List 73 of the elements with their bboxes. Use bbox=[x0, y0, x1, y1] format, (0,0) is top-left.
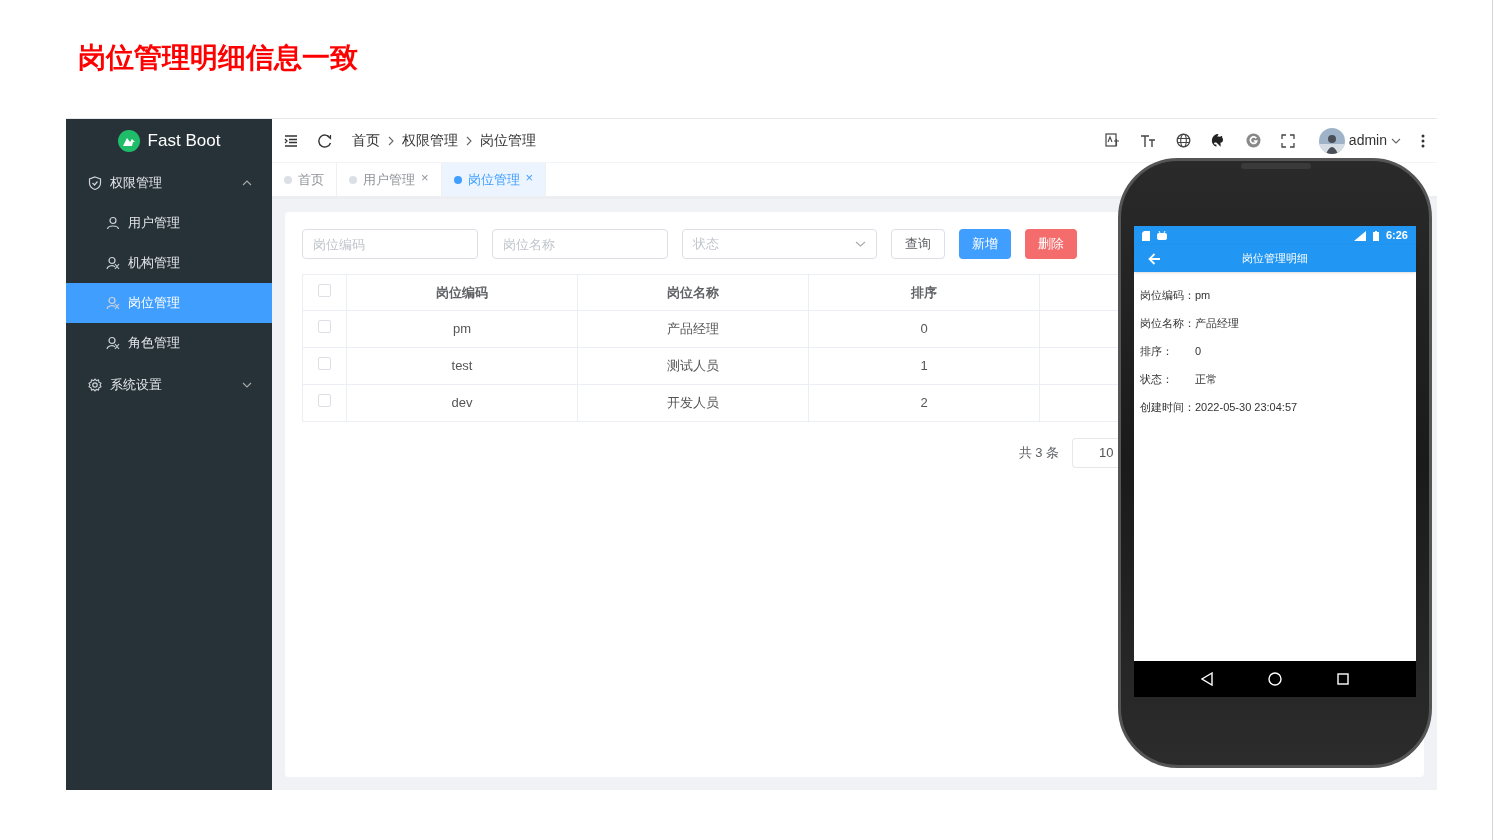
people-icon bbox=[106, 336, 120, 350]
table-cell: test bbox=[451, 358, 473, 374]
checkbox[interactable] bbox=[318, 357, 331, 371]
field-label: 排序： bbox=[1140, 343, 1174, 359]
checkbox[interactable] bbox=[318, 283, 331, 297]
table-cell: 测试人员 bbox=[667, 358, 719, 374]
column-header: 排序 bbox=[911, 284, 937, 300]
chevron-icon bbox=[242, 180, 252, 186]
table-cell: dev bbox=[451, 395, 473, 411]
chevron-right-icon bbox=[388, 135, 394, 146]
android-icon bbox=[1157, 231, 1167, 240]
globe-icon[interactable] bbox=[1175, 133, 1191, 148]
table-cell: 2 bbox=[920, 395, 928, 411]
chevron-right-icon bbox=[466, 135, 472, 146]
checkbox[interactable] bbox=[318, 320, 331, 334]
table-cell: pm bbox=[452, 321, 472, 337]
people-icon bbox=[106, 296, 120, 310]
breadcrumb-link[interactable]: 首页 bbox=[352, 130, 380, 151]
fullscreen-icon[interactable] bbox=[1280, 133, 1295, 148]
shield-icon bbox=[88, 176, 102, 190]
back-arrow-icon[interactable] bbox=[1148, 252, 1161, 265]
breadcrumb-link[interactable]: 权限管理 bbox=[402, 130, 458, 151]
refresh-icon[interactable] bbox=[318, 133, 332, 148]
field-value: pm bbox=[1195, 287, 1211, 303]
field-value: 产品经理 bbox=[1195, 315, 1239, 331]
field-label: 岗位名称： bbox=[1140, 315, 1195, 331]
caret-icon bbox=[855, 241, 866, 247]
button[interactable]: 查询 bbox=[891, 229, 945, 259]
font-size-icon[interactable] bbox=[1139, 133, 1156, 148]
column-header: 岗位名称 bbox=[667, 284, 719, 300]
checkbox[interactable] bbox=[318, 394, 331, 408]
back-triangle-icon[interactable] bbox=[1201, 672, 1214, 686]
field-value: 2022-05-30 23:04:57 bbox=[1195, 399, 1298, 415]
g-circle-icon[interactable] bbox=[1245, 133, 1261, 148]
slide-title: 岗位管理明细信息一致 bbox=[78, 41, 358, 75]
sidebar-item[interactable]: 用户管理 bbox=[66, 203, 272, 243]
sidebar-item[interactable]: 角色管理 bbox=[66, 323, 272, 363]
logo-icon bbox=[117, 130, 140, 152]
app-logo-text: Fast Boot bbox=[147, 130, 221, 153]
battery-icon bbox=[1372, 230, 1379, 241]
people-icon bbox=[106, 256, 120, 270]
caret-icon[interactable] bbox=[1391, 137, 1401, 144]
person-icon bbox=[106, 216, 120, 230]
chevron-icon bbox=[242, 382, 252, 388]
table-cell: 产品经理 bbox=[667, 321, 719, 337]
field-label: 创建时间： bbox=[1140, 399, 1195, 415]
input-field[interactable]: 岗位编码 bbox=[302, 229, 478, 259]
status-time: 6:26 bbox=[1385, 228, 1408, 244]
home-circle-icon[interactable] bbox=[1268, 672, 1282, 686]
avatar-icon[interactable] bbox=[1318, 127, 1345, 154]
input-field[interactable]: 岗位名称 bbox=[492, 229, 668, 259]
app-bar-title: 岗位管理明细 bbox=[1242, 251, 1308, 267]
sidebar-item[interactable]: 机构管理 bbox=[66, 243, 272, 283]
image-text-icon[interactable] bbox=[1104, 133, 1120, 148]
field-label: 状态： bbox=[1140, 371, 1174, 387]
field-value: 正常 bbox=[1195, 371, 1217, 387]
table-cell: 0 bbox=[920, 321, 928, 337]
user-name[interactable]: admin bbox=[1348, 130, 1387, 151]
menu-icon[interactable] bbox=[284, 134, 298, 147]
settings-icon bbox=[88, 378, 102, 392]
signal-icon bbox=[1353, 230, 1366, 241]
overview-square-icon[interactable] bbox=[1336, 673, 1349, 685]
more-icon[interactable] bbox=[1421, 133, 1425, 148]
table-cell: 开发人员 bbox=[667, 395, 719, 411]
sidebar-group[interactable]: 权限管理 bbox=[66, 163, 272, 203]
sidebar-group[interactable]: 系统设置 bbox=[66, 365, 272, 405]
sd-card-icon bbox=[1142, 230, 1150, 241]
breadcrumb-link[interactable]: 岗位管理 bbox=[480, 130, 536, 151]
field-value: 0 bbox=[1195, 343, 1202, 359]
field-label: 岗位编码： bbox=[1140, 287, 1195, 303]
column-header: 岗位编码 bbox=[436, 284, 488, 300]
total-count: 共 3 条 bbox=[1018, 444, 1059, 463]
table-cell: 1 bbox=[920, 358, 928, 374]
